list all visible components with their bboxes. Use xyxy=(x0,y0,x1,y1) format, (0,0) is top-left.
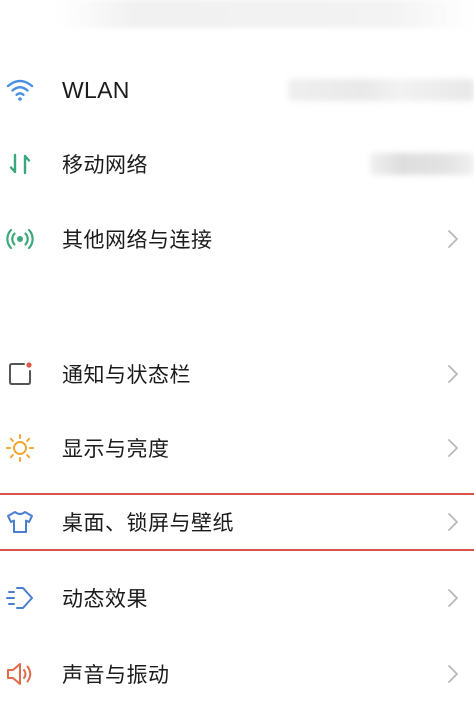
chevron-right-icon xyxy=(448,439,458,457)
settings-item-sound-vibration[interactable]: 声音与振动 xyxy=(0,638,474,710)
chevron-right-icon xyxy=(448,230,458,248)
shirt-icon xyxy=(4,506,36,538)
settings-item-label: 移动网络 xyxy=(62,153,148,177)
blurred-header xyxy=(58,0,474,28)
settings-item-other-networks[interactable]: 其他网络与连接 xyxy=(0,203,474,275)
chevron-right-icon xyxy=(448,513,458,531)
settings-item-desktop-lockscreen-wallpaper[interactable]: 桌面、锁屏与壁纸 xyxy=(0,486,474,558)
settings-item-label: 通知与状态栏 xyxy=(62,363,191,387)
chevron-right-icon xyxy=(448,665,458,683)
settings-item-label: 显示与亮度 xyxy=(62,437,170,461)
settings-item-notifications[interactable]: 通知与状态栏 xyxy=(0,338,474,410)
connection-icon xyxy=(4,223,36,255)
settings-item-label: 声音与振动 xyxy=(62,663,170,687)
chevron-right-icon xyxy=(448,589,458,607)
wifi-icon xyxy=(4,74,36,106)
settings-item-label: 动态效果 xyxy=(62,587,148,611)
chevron-right-icon xyxy=(448,365,458,383)
settings-item-label: 其他网络与连接 xyxy=(62,228,213,252)
settings-item-mobile-network[interactable]: 移动网络 xyxy=(0,128,474,200)
mobile-data-icon xyxy=(4,148,36,180)
speaker-icon xyxy=(4,658,36,690)
settings-item-label: WLAN xyxy=(62,76,130,103)
settings-item-animation-effects[interactable]: 动态效果 xyxy=(0,562,474,634)
wlan-value-blurred xyxy=(288,79,474,101)
settings-item-wlan[interactable]: WLAN xyxy=(0,54,474,126)
animation-icon xyxy=(4,582,36,614)
settings-item-display-brightness[interactable]: 显示与亮度 xyxy=(0,412,474,484)
mobile-network-value-blurred xyxy=(370,153,474,175)
settings-item-label: 桌面、锁屏与壁纸 xyxy=(62,511,234,535)
notification-icon xyxy=(4,358,36,390)
brightness-icon xyxy=(4,432,36,464)
